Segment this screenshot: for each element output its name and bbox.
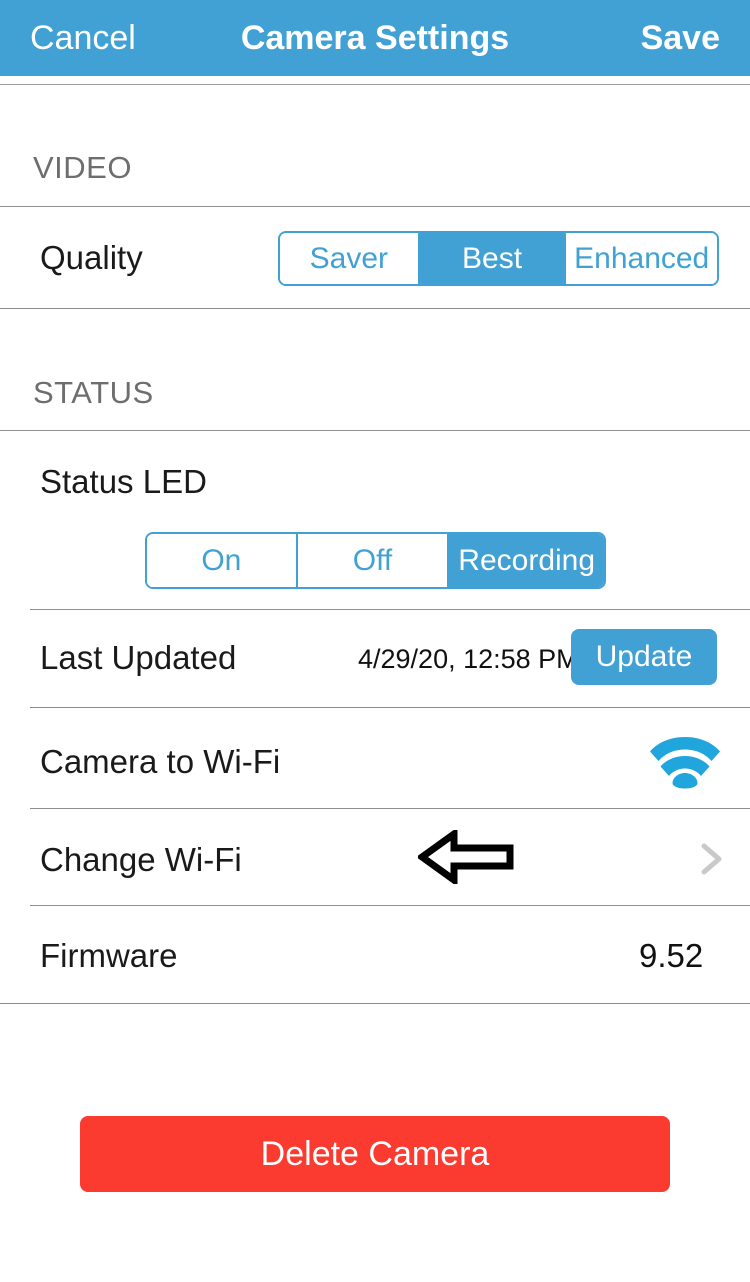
firmware-version-value: 9.52 (639, 937, 704, 974)
segment-enhanced[interactable]: Enhanced (566, 233, 717, 284)
header-divider (0, 84, 750, 85)
divider-change-wifi-bottom (30, 905, 750, 906)
navigation-bar: Cancel Camera Settings Save (0, 0, 750, 76)
segment-on[interactable]: On (147, 534, 298, 587)
divider-status-top (0, 430, 750, 431)
row-label-camera-to-wifi: Camera to Wi-Fi (40, 743, 281, 780)
divider-status-led-bottom (30, 609, 750, 610)
row-label-status-led: Status LED (40, 463, 207, 500)
segment-best[interactable]: Best (419, 233, 567, 284)
divider-last-updated-bottom (30, 707, 750, 708)
delete-camera-button[interactable]: Delete Camera (80, 1116, 670, 1192)
row-label-last-updated: Last Updated (40, 639, 237, 676)
segment-off[interactable]: Off (297, 534, 450, 587)
section-header-video: VIDEO (33, 150, 132, 185)
divider-camera-to-wifi-bottom (30, 808, 750, 809)
wifi-icon (649, 731, 721, 789)
quality-segmented-control[interactable]: Saver Best Enhanced (278, 231, 719, 286)
row-label-change-wifi[interactable]: Change Wi-Fi (40, 843, 242, 876)
divider-quality-bottom (0, 308, 750, 309)
divider-firmware-bottom (0, 1003, 750, 1004)
divider-video-top (0, 206, 750, 207)
row-label-quality: Quality (40, 239, 143, 276)
page-title: Camera Settings (240, 19, 510, 57)
status-led-segmented-control[interactable]: On Off Recording (145, 532, 606, 589)
section-header-status: STATUS (33, 375, 154, 410)
update-button[interactable]: Update (571, 629, 717, 685)
chevron-right-icon[interactable] (699, 842, 725, 876)
last-updated-timestamp: 4/29/20, 12:58 PM (358, 644, 579, 674)
left-arrow-annotation-icon (416, 827, 514, 887)
segment-recording[interactable]: Recording (449, 534, 604, 587)
segment-saver[interactable]: Saver (280, 233, 420, 284)
row-label-firmware: Firmware (40, 937, 178, 974)
